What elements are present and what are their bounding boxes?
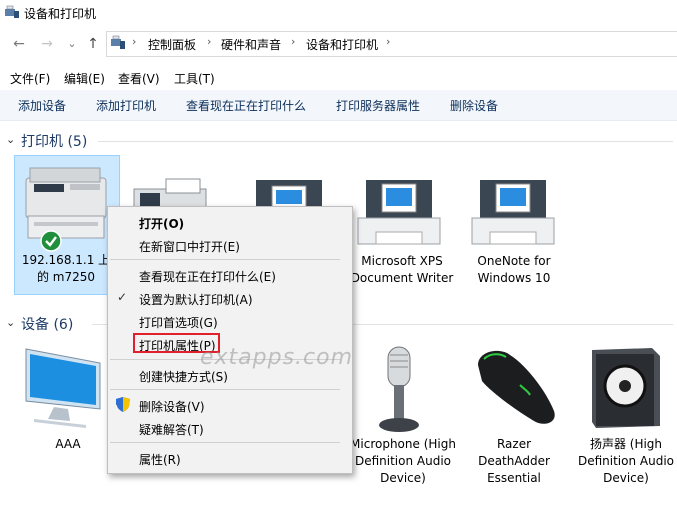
device-label: AAA — [55, 437, 81, 451]
breadcrumb-separator: › — [291, 35, 296, 48]
xps-printer-icon[interactable] — [356, 180, 442, 252]
menu-separator — [110, 442, 340, 443]
menu-separator — [110, 389, 340, 390]
up-button[interactable]: ↑ — [84, 34, 102, 54]
shield-icon — [116, 397, 130, 412]
remove-device-button[interactable]: 删除设备 — [450, 97, 498, 114]
collapse-devices-icon[interactable]: ⌄ — [6, 316, 15, 329]
menu-item-see-printing[interactable]: 查看现在正在打印什么(E) — [139, 268, 276, 285]
menu-edit[interactable]: 编辑(E) — [64, 70, 105, 87]
recent-locations-button[interactable]: ⌄ — [63, 34, 81, 54]
menu-item-remove-device[interactable]: 删除设备(V) — [139, 398, 205, 415]
menu-item-set-default[interactable]: 设置为默认打印机(A) — [139, 291, 253, 308]
onenote-printer-icon[interactable] — [470, 180, 556, 252]
speaker-icon[interactable] — [586, 346, 666, 430]
control-panel-icon — [111, 35, 125, 49]
printer-label: OneNote for Windows 10 — [477, 254, 551, 285]
window-title: 设备和打印机 — [24, 7, 97, 21]
menu-item-print-preferences[interactable]: 打印首选项(G) — [139, 314, 218, 331]
menu-tools[interactable]: 工具(T) — [174, 70, 215, 87]
default-check-icon — [40, 230, 62, 252]
device-label: 扬声器 (High Definition Audio Device) — [577, 437, 675, 485]
add-printer-button[interactable]: 添加打印机 — [96, 97, 156, 114]
breadcrumb-devices-printers[interactable]: 设备和打印机 — [306, 36, 378, 53]
see-printing-button[interactable]: 查看现在正在打印什么 — [186, 97, 306, 114]
breadcrumb-separator: › — [207, 35, 212, 48]
menu-item-open[interactable]: 打开(O) — [139, 215, 184, 232]
title-bar: 设备和打印机 — [0, 0, 677, 26]
device-label: Microphone (High Definition Audio Device… — [350, 437, 456, 485]
check-icon: ✓ — [117, 290, 128, 304]
mouse-icon[interactable] — [470, 347, 560, 427]
forward-button[interactable]: → — [38, 34, 56, 54]
breadcrumb-hardware-sound[interactable]: 硬件和声音 — [221, 36, 281, 53]
menu-file[interactable]: 文件(F) — [10, 70, 50, 87]
devices-printers-icon — [5, 5, 19, 18]
menu-item-open-new-window[interactable]: 在新窗口中打开(E) — [139, 238, 240, 255]
collapse-printers-icon[interactable]: ⌄ — [6, 133, 15, 146]
devices-group-header[interactable]: 设备 (6) — [21, 314, 73, 334]
monitor-icon[interactable] — [24, 345, 108, 429]
print-server-properties-button[interactable]: 打印服务器属性 — [336, 97, 420, 114]
watermark: extapps.com — [200, 345, 354, 370]
group-divider — [98, 141, 673, 142]
breadcrumb-control-panel[interactable]: 控制面板 — [148, 36, 196, 53]
printer-label: 192.168.1.1 上的 m7250 — [21, 253, 111, 284]
menu-item-troubleshoot[interactable]: 疑难解答(T) — [139, 421, 204, 438]
menu-item-create-shortcut[interactable]: 创建快捷方式(S) — [139, 368, 228, 385]
printers-group-header[interactable]: 打印机 (5) — [21, 131, 87, 151]
microphone-icon[interactable] — [376, 345, 422, 435]
menu-item-properties[interactable]: 属性(R) — [139, 451, 181, 468]
menu-separator — [110, 259, 340, 260]
breadcrumb-separator: › — [132, 35, 137, 48]
breadcrumb-separator: › — [386, 35, 391, 48]
menu-view[interactable]: 查看(V) — [118, 70, 160, 87]
device-label: Razer DeathAdder Essential — [478, 437, 550, 485]
add-device-button[interactable]: 添加设备 — [18, 97, 66, 114]
printer-label: Microsoft XPS Document Writer — [350, 254, 454, 285]
multifunction-printer-icon — [25, 167, 107, 239]
back-button[interactable]: ← — [10, 34, 28, 54]
